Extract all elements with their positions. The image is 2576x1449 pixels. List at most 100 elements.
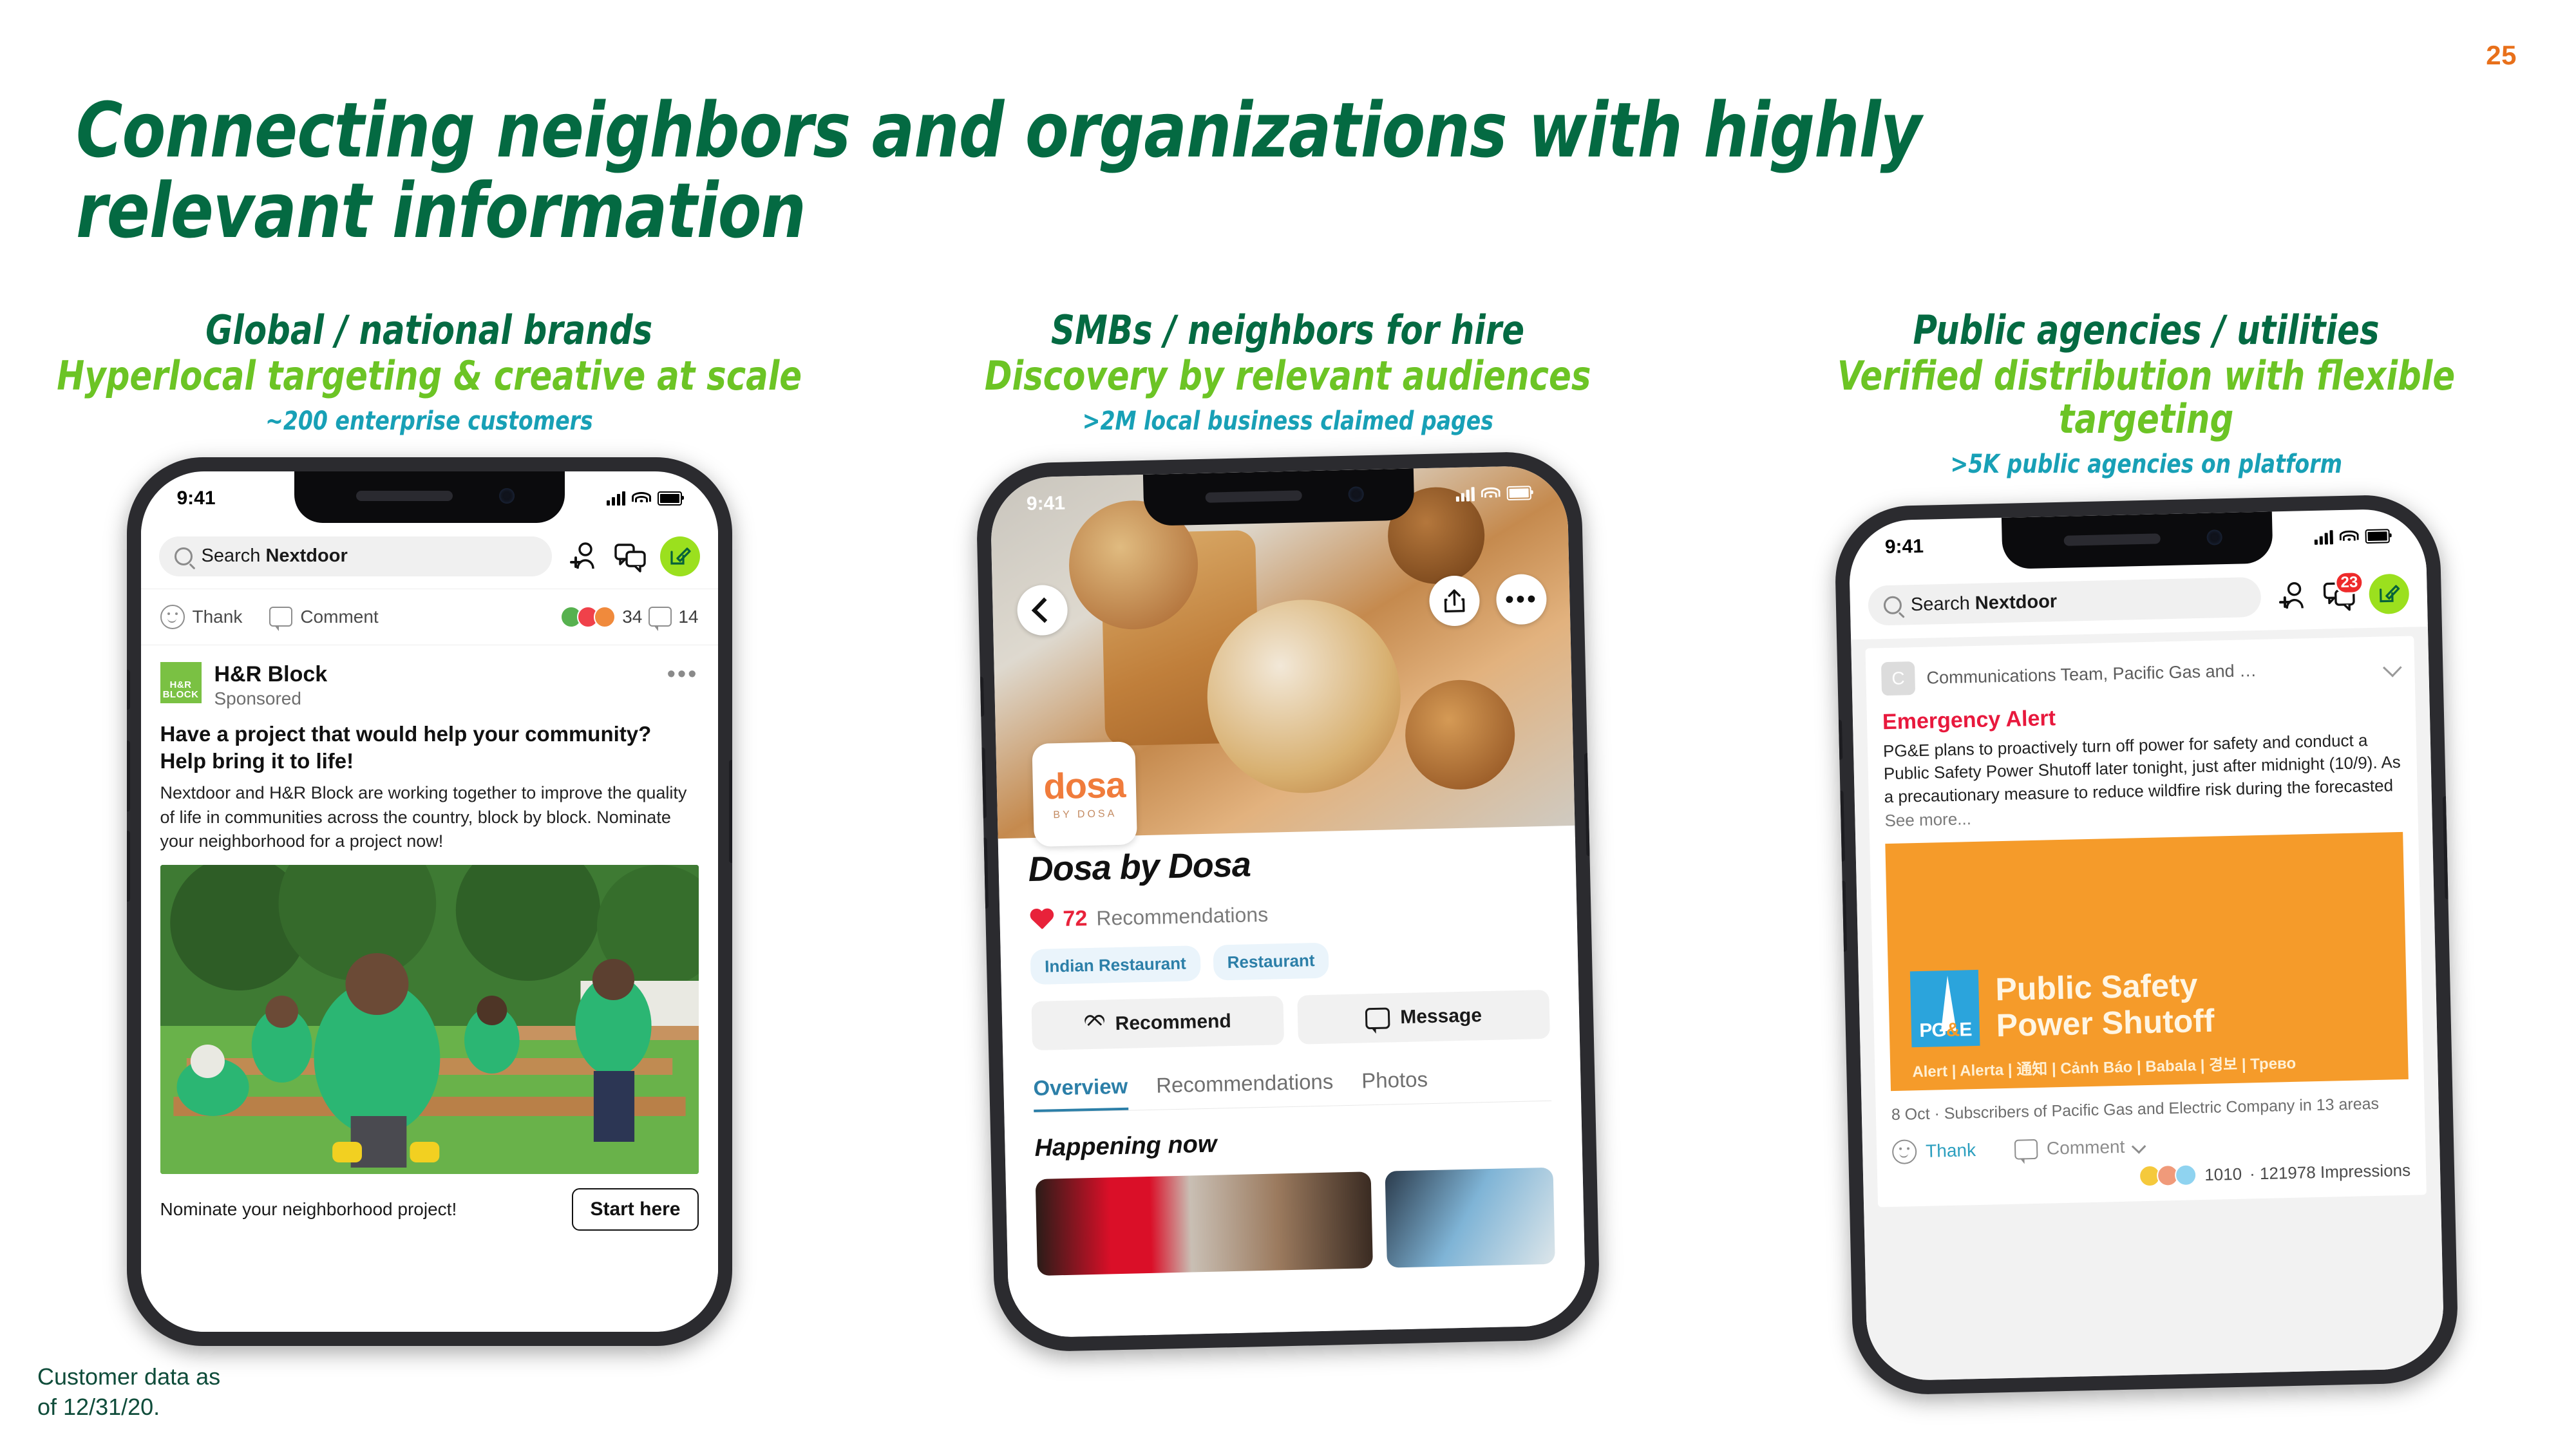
happening-card[interactable]: [1385, 1167, 1555, 1268]
happening-card[interactable]: [1035, 1171, 1373, 1276]
comment-button[interactable]: Comment: [269, 606, 379, 632]
column-smbs: SMBs / neighbors for hire Discovery by r…: [858, 308, 1717, 1449]
compose-icon[interactable]: [2368, 573, 2409, 614]
phone-volume-up-button: [1837, 790, 1845, 862]
comment-label: Comment: [300, 606, 379, 627]
reaction-summary[interactable]: 34 14: [560, 605, 699, 632]
pge-logo-e: E: [1958, 1019, 1972, 1041]
search-icon: [1883, 596, 1902, 614]
hr-block-logo-line1: H&R: [169, 679, 192, 690]
phone-side-button: [977, 676, 984, 717]
invite-neighbor-icon[interactable]: [565, 539, 600, 574]
column-subheading: Hyperlocal targeting & creative at scale: [57, 352, 802, 399]
hr-block-logo-line2: BLOCK: [162, 688, 199, 700]
chevron-down-icon[interactable]: [2382, 658, 2402, 677]
business-logo-primary: dosa: [1043, 764, 1126, 807]
message-label: Message: [1399, 1005, 1482, 1028]
search-placeholder-prefix: Search: [1910, 592, 1975, 615]
search-input[interactable]: Search Nextdoor: [158, 536, 552, 576]
search-input[interactable]: Search Nextdoor: [1867, 576, 2261, 626]
page-title: Connecting neighbors and organizations w…: [76, 86, 1922, 256]
cellular-signal-icon: [1455, 487, 1475, 502]
battery-icon: [1506, 486, 1531, 501]
tab-recommendations[interactable]: Recommendations: [1155, 1069, 1333, 1109]
chat-icon[interactable]: 23: [2321, 571, 2364, 612]
column-brands: Global / national brands Hyperlocal targ…: [0, 307, 858, 1449]
recommend-button[interactable]: Recommend: [1030, 996, 1284, 1050]
chat-badge: 23: [2334, 571, 2364, 595]
phone-volume-up-button: [978, 747, 987, 819]
column-stat: >2M local business claimed pages: [1082, 406, 1493, 436]
recommendations-count: 72: [1062, 905, 1088, 931]
phone-power-button: [728, 759, 732, 863]
message-bubble-icon: [1365, 1007, 1390, 1029]
business-details: Dosa by Dosa 72 Recommendations Indian R…: [998, 837, 1586, 1338]
pge-logo: PG&E: [1909, 969, 1980, 1048]
phone-volume-down-button: [1839, 880, 1847, 952]
status-bar: 9:41: [141, 471, 718, 526]
alert-title: Emergency Alert: [1882, 705, 2056, 735]
wifi-icon: [631, 491, 651, 505]
tag-restaurant[interactable]: Restaurant: [1212, 942, 1329, 981]
heart-outline-icon: [1084, 1015, 1105, 1034]
phone-side-button: [1835, 719, 1842, 760]
phone-power-button: [2442, 796, 2451, 900]
status-time: 9:41: [1026, 492, 1065, 515]
cellular-signal-icon: [606, 491, 625, 506]
comment-label: Comment: [2046, 1136, 2125, 1159]
post-photo[interactable]: [160, 865, 699, 1175]
phone-power-button: [1584, 753, 1593, 857]
app-header: Search Nextdoor 23: [1849, 562, 2428, 638]
more-options-icon[interactable]: •••: [667, 662, 699, 687]
alert-body: PG&E plans to proactively turn off power…: [1882, 730, 2401, 806]
column-heading: Global / national brands: [205, 307, 653, 354]
tab-overview[interactable]: Overview: [1032, 1074, 1128, 1112]
column-public-agencies: Public agencies / utilities Verified dis…: [1717, 308, 2575, 1449]
banner-title-line1: Public Safety: [1994, 967, 2198, 1008]
heart-icon: [1029, 909, 1054, 931]
avatar: C: [1880, 661, 1915, 696]
comment-bubble-icon: [269, 607, 293, 632]
chevron-down-icon: [2131, 1139, 2146, 1154]
comment-bubble-icon: [2014, 1139, 2038, 1160]
column-stat: >5K public agencies on platform: [1950, 449, 2342, 479]
hr-block-logo: H&R BLOCK: [160, 661, 202, 703]
comment-button[interactable]: Comment: [2014, 1136, 2146, 1160]
emergency-alert-post: C Communications Team, Pacific Gas and ……: [1850, 626, 2445, 1381]
compose-icon[interactable]: [659, 536, 700, 576]
phone-side-button: [126, 669, 130, 710]
cellular-signal-icon: [2314, 530, 2333, 545]
business-logo: dosa BY DOSA: [1031, 741, 1137, 847]
thank-button[interactable]: Thank: [1891, 1138, 1976, 1164]
app-header: Search Nextdoor: [140, 525, 718, 587]
reaction-count: 1010: [2204, 1164, 2242, 1184]
pge-logo-amp: &: [1945, 1019, 1960, 1041]
wifi-icon: [1480, 487, 1501, 500]
banner-title-line2: Power Shutoff: [1995, 1002, 2215, 1044]
phone-mockup-feed: 9:41 Search Nextdoor Thank Comment 34 14…: [126, 457, 732, 1346]
pge-logo-pg: PG: [1918, 1019, 1946, 1041]
post-author[interactable]: H&R Block: [214, 662, 328, 687]
message-button[interactable]: Message: [1296, 989, 1550, 1045]
thank-button[interactable]: Thank: [160, 604, 242, 629]
post-author[interactable]: Communications Team, Pacific Gas and …: [1926, 660, 2257, 688]
pge-banner-image[interactable]: PG&E Public Safety Power Shutoff Alert |…: [1884, 831, 2409, 1092]
chat-icon[interactable]: [612, 539, 647, 574]
tag-indian-restaurant[interactable]: Indian Restaurant: [1030, 945, 1200, 985]
tab-photos[interactable]: Photos: [1361, 1067, 1428, 1104]
comment-count: 14: [678, 606, 699, 627]
cta-text: Nominate your neighborhood project!: [160, 1199, 457, 1220]
business-action-buttons: Recommend Message: [1030, 989, 1550, 1050]
start-here-button[interactable]: Start here: [572, 1188, 699, 1231]
phone-volume-down-button: [126, 830, 130, 902]
hero-cup-shape: [1403, 678, 1516, 791]
page-number: 25: [2486, 40, 2517, 70]
post-body: Nextdoor and H&R Block are working toget…: [160, 783, 687, 851]
impressions-count: · 121978 Impressions: [2249, 1160, 2410, 1183]
section-title-happening-now: Happening now: [1034, 1130, 1217, 1162]
invite-neighbor-icon[interactable]: [2273, 578, 2309, 614]
reaction-count: 34: [622, 606, 643, 627]
recommendations-row[interactable]: 72 Recommendations: [1029, 896, 1548, 933]
smiley-icon: [160, 604, 185, 629]
search-placeholder-brand: Nextdoor: [265, 545, 348, 567]
